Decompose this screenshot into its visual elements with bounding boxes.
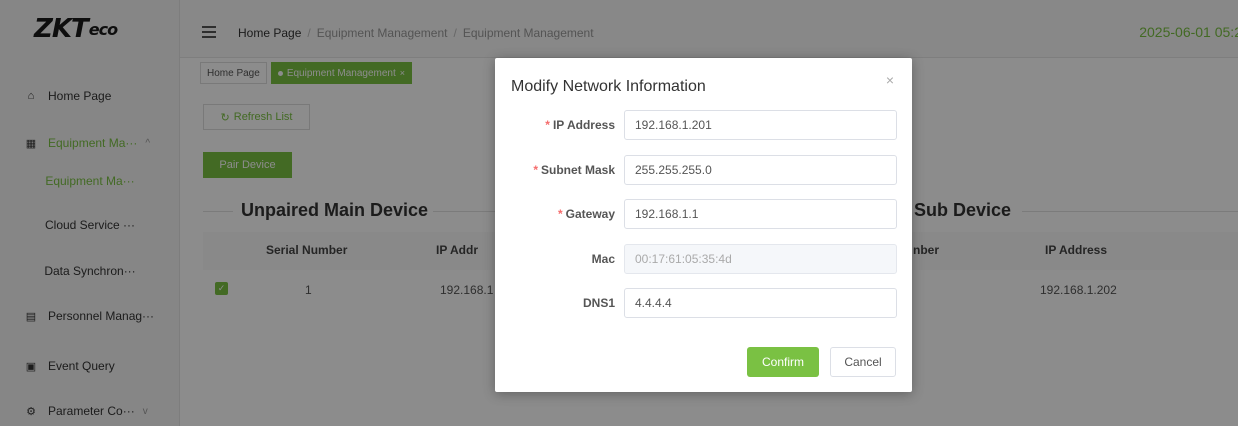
close-icon[interactable]: × bbox=[886, 72, 894, 88]
field-label: DNS1 bbox=[582, 296, 615, 310]
dns1-field[interactable] bbox=[624, 288, 897, 318]
mac-field bbox=[624, 244, 897, 274]
subnet-mask-field[interactable] bbox=[624, 155, 897, 185]
form-row-ip-address: * IP Address bbox=[495, 110, 912, 140]
ip-address-field[interactable] bbox=[624, 110, 897, 140]
form-row-mac: Mac bbox=[495, 244, 912, 274]
required-mark: * bbox=[557, 207, 563, 221]
dialog-title: Modify Network Information bbox=[511, 78, 706, 95]
field-label: * IP Address bbox=[545, 118, 615, 132]
form-row-dns1: DNS1 bbox=[495, 288, 912, 318]
confirm-button[interactable]: Confirm bbox=[747, 347, 819, 377]
field-label: * Gateway bbox=[557, 207, 615, 221]
field-label: Mac bbox=[591, 252, 615, 266]
gateway-field[interactable] bbox=[624, 199, 897, 229]
required-mark: * bbox=[545, 118, 550, 132]
field-label: * Subnet Mask bbox=[533, 163, 615, 177]
form-row-subnet-mask: * Subnet Mask bbox=[495, 155, 912, 185]
cancel-button[interactable]: Cancel bbox=[830, 347, 896, 377]
required-mark: * bbox=[533, 163, 538, 177]
form-row-gateway: * Gateway bbox=[495, 199, 912, 229]
modify-network-dialog: Modify Network Information × * IP Address… bbox=[495, 58, 912, 392]
